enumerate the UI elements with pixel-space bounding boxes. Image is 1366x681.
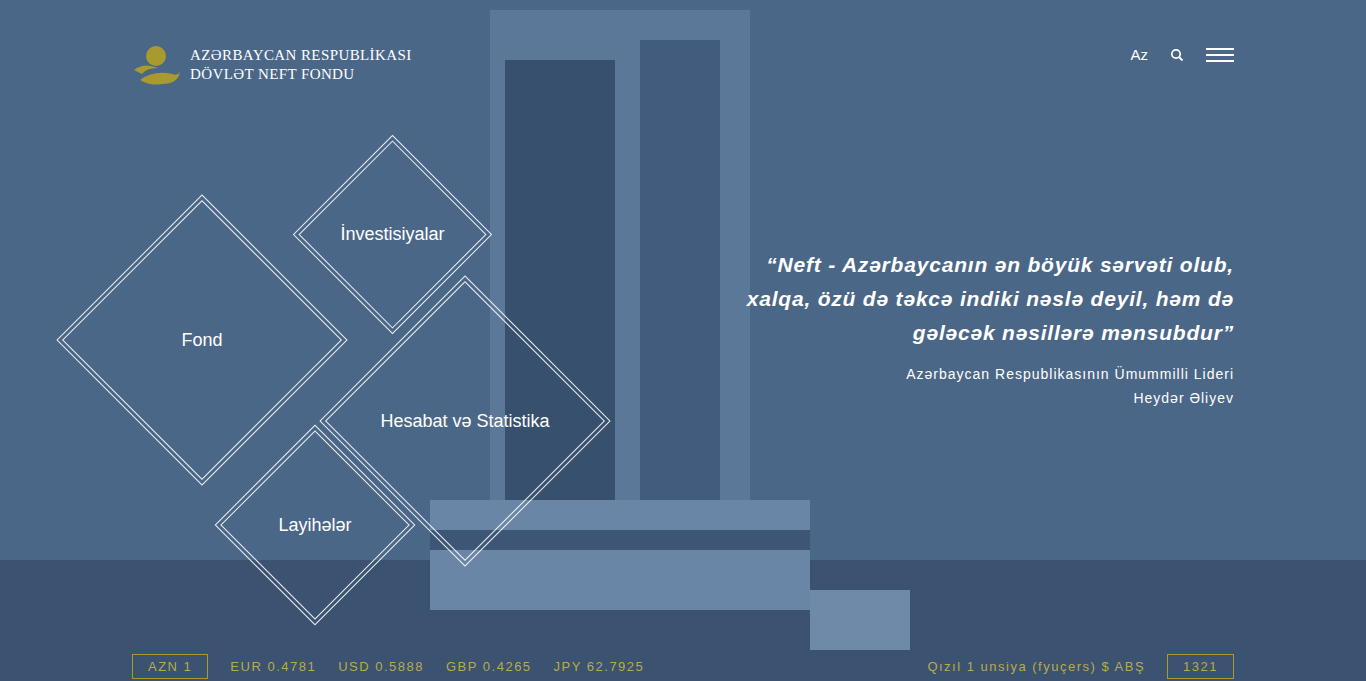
quote-line: xalqa, özü də təkcə indiki nəslə deyil, … [747, 282, 1234, 316]
quote: “Neft - Azərbaycanın ən böyük sərvəti ol… [747, 86, 1234, 654]
gold-value: 1321 [1167, 654, 1234, 679]
tile-label: Layihələr [274, 515, 355, 536]
menu-bar [1206, 60, 1234, 62]
gold-price: Qızıl 1 unsiya (fyuçers) $ ABŞ 1321 [927, 654, 1234, 679]
gold-label: Qızıl 1 unsiya (fyuçers) $ ABŞ [927, 655, 1145, 678]
language-switch[interactable]: Az [1130, 46, 1148, 63]
menu-bar [1206, 54, 1234, 56]
menu-tile[interactable]: Layihələr [248, 458, 382, 592]
hamburger-menu-icon[interactable] [1206, 48, 1234, 62]
author-name: Heydər Əliyev [1133, 386, 1234, 410]
search-icon[interactable] [1170, 48, 1184, 62]
currency-rate[interactable]: GBP 0.4265 [446, 655, 532, 678]
logo-text: AZƏRBAYCAN RESPUBLİKASIDÖVLƏT NEFT FONDU [190, 46, 412, 84]
menu-tile[interactable]: İnvestisiyalar [326, 168, 459, 301]
page: AZƏRBAYCAN RESPUBLİKASIDÖVLƏT NEFT FONDU… [0, 0, 1366, 681]
tile-label: Hesabat və Statistika [376, 411, 553, 432]
rates-ticker: AZN 1 EUR 0.4781 USD 0.5888 GBP 0.4265 JPY 6… [132, 654, 1234, 681]
menu-tile[interactable]: Fond [103, 241, 301, 439]
header-tools: Az [1130, 44, 1234, 63]
quote-line: gələcək nəsillərə mənsubdur” [747, 316, 1234, 350]
currency-rates: AZN 1 EUR 0.4781 USD 0.5888 GBP 0.4265 JPY 6… [132, 654, 644, 679]
logo-line: DÖVLƏT NEFT FONDU [190, 65, 412, 84]
currency-rate[interactable]: EUR 0.4781 [230, 655, 316, 678]
menu-tile[interactable]: Hesabat və Statistika [366, 322, 564, 520]
tile-label: Fond [177, 330, 226, 351]
quote-text: “Neft - Azərbaycanın ən böyük sərvəti ol… [747, 248, 1234, 350]
menu-tiles: Fond İnvestisiyalar Hesabat və Statistika L… [132, 130, 612, 630]
fund-emblem-icon [132, 44, 182, 86]
header: AZƏRBAYCAN RESPUBLİKASIDÖVLƏT NEFT FONDU… [132, 0, 1234, 86]
tile-label: İnvestisiyalar [336, 224, 448, 245]
logo[interactable]: AZƏRBAYCAN RESPUBLİKASIDÖVLƏT NEFT FONDU [132, 44, 412, 86]
author-title: Azərbaycan Respublikasının Ümummilli Lid… [906, 362, 1234, 386]
content: AZƏRBAYCAN RESPUBLİKASIDÖVLƏT NEFT FONDU… [132, 0, 1234, 681]
menu-bar [1206, 48, 1234, 50]
currency-rate[interactable]: JPY 62.7925 [554, 655, 645, 678]
logo-line: AZƏRBAYCAN RESPUBLİKASI [190, 46, 412, 65]
hero: Fond İnvestisiyalar Hesabat və Statistika L… [132, 86, 1234, 654]
currency-rate[interactable]: USD 0.5888 [338, 655, 424, 678]
currency-rate[interactable]: AZN 1 [132, 654, 208, 679]
quote-line: “Neft - Azərbaycanın ən böyük sərvəti ol… [747, 248, 1234, 282]
